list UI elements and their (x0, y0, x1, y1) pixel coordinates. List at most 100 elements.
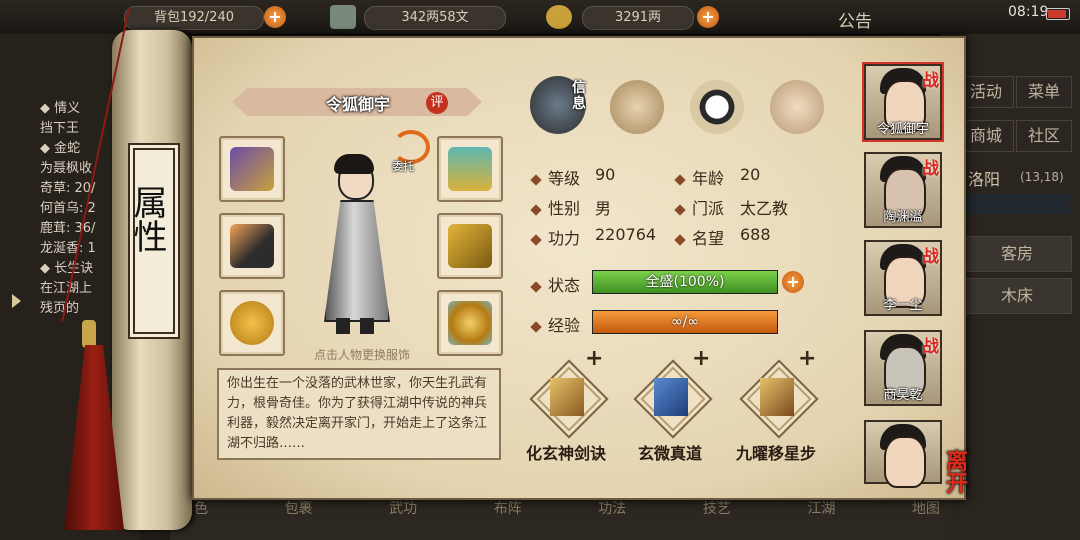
attributes-title-label: 属性 (127, 143, 180, 339)
leave-button[interactable]: 离开 (946, 452, 986, 496)
quest-line: 残页的 (40, 301, 80, 316)
shop-button[interactable]: 商城 (958, 120, 1014, 152)
skill-name-2: 玄微真道 (637, 444, 702, 463)
nav-map[interactable]: 地图 (912, 498, 940, 518)
quest-line[interactable]: ◆ 金蛇 (40, 139, 96, 159)
nav-formation[interactable]: 布阵 (494, 498, 522, 518)
character-name: 令狐御宇 (325, 95, 390, 114)
party-member-1[interactable]: 战 令狐御宇 (864, 64, 942, 140)
sect-value: 太乙教 (740, 199, 789, 218)
nav-jianghu[interactable]: 江湖 (807, 498, 835, 518)
gold-ingot-icon (546, 5, 572, 29)
skill-name-3: 九曜移星步 (735, 444, 816, 463)
skill-add-1[interactable]: + (585, 346, 603, 371)
age-row: 年龄 (674, 165, 724, 189)
spear-icon (230, 224, 274, 268)
power-value: 220764 (595, 225, 657, 244)
helmet-icon (448, 147, 492, 191)
equip-slot-amulet[interactable] (437, 290, 503, 356)
equip-slot-ring[interactable] (219, 290, 285, 356)
restore-status-button[interactable]: + (782, 271, 804, 293)
rate-badge[interactable]: 评 (426, 92, 448, 114)
nav-martial[interactable]: 武功 (389, 498, 417, 518)
menu-button[interactable]: 菜单 (1016, 76, 1072, 108)
equip-slot-boots[interactable] (437, 213, 503, 279)
notice-button[interactable]: 公告 (838, 7, 872, 32)
nav-craft[interactable]: 技艺 (703, 498, 731, 518)
gold-amount: 3291两 (582, 6, 694, 30)
community-button[interactable]: 社区 (1016, 120, 1072, 152)
exp-label: 经验 (548, 316, 581, 335)
party-member-name: 令狐御宇 (876, 122, 929, 137)
quest-line[interactable]: ◆ 情义 (40, 99, 96, 119)
war-tag: 战 (922, 337, 939, 357)
level-row: 等级 (530, 165, 581, 189)
war-tag: 战 (922, 247, 939, 267)
step-manual-icon (760, 378, 794, 416)
change-outfit-hint: 点击人物更换服饰 (313, 348, 410, 362)
quest-line: 为聂枫收 (40, 161, 93, 176)
meridian-tab-icon[interactable] (770, 80, 824, 134)
amulet-icon (448, 301, 492, 345)
nav-bag[interactable]: 包裹 (285, 498, 313, 518)
war-tag: 战 (922, 159, 939, 179)
quest-line: 龙涎香: 1 (40, 241, 96, 256)
room-guest-button[interactable]: 客房 (962, 236, 1072, 272)
info-tab-label[interactable]: 信息 (572, 80, 588, 112)
fame-value: 688 (740, 225, 771, 244)
power-row: 功力 (530, 225, 580, 249)
expand-arrow-icon[interactable] (12, 294, 21, 308)
tassel-knot (82, 320, 96, 348)
equip-slot-armor[interactable] (219, 136, 285, 202)
silver-icon (330, 5, 356, 29)
nav-skillbook[interactable]: 功法 (598, 498, 626, 518)
scroll-tab-icon[interactable] (610, 80, 664, 134)
quest-line: 鹿茸: 36/ (40, 221, 96, 236)
minimap[interactable] (962, 194, 1070, 214)
party-member-4[interactable]: 战 商昊乾 (864, 330, 942, 406)
skill-add-2[interactable]: + (692, 346, 710, 371)
quest-line[interactable]: ◆ 长生诀 (40, 259, 96, 279)
status-bar: 全盛(100%) (592, 270, 778, 294)
party-member-5[interactable] (864, 420, 942, 488)
exp-row: 经验 (530, 312, 581, 336)
attributes-title: 属性 (127, 185, 167, 253)
boots-icon (448, 224, 492, 268)
clock: 08:19 (1008, 4, 1049, 20)
skill-add-3[interactable]: + (798, 346, 816, 371)
activity-button[interactable]: 活动 (958, 76, 1014, 108)
gender-value: 男 (595, 199, 612, 218)
character-bio: 你出生在一个没落的武林世家，你天生孔武有力，根骨奇佳。你为了获得江湖中传说的神兵… (217, 368, 501, 460)
taiji-tab-icon[interactable] (690, 80, 744, 134)
party-member-3[interactable]: 战 李一尘 (864, 240, 942, 316)
exp-bar: ∞/∞ (592, 310, 778, 334)
status-label: 状态 (548, 276, 581, 295)
sect-row: 门派 (674, 195, 725, 219)
gender-label: 性别 (548, 199, 581, 218)
add-gold-button[interactable]: + (697, 6, 719, 28)
location-coords: (13,18) (1020, 170, 1064, 184)
character-figure[interactable] (296, 150, 416, 340)
battery-icon (1046, 8, 1070, 20)
equip-slot-weapon[interactable] (219, 213, 285, 279)
party-member-2[interactable]: 战 陶渊溢 (864, 152, 942, 228)
exp-value: ∞/∞ (670, 314, 700, 330)
skill-name-1: 化玄神剑诀 (525, 444, 606, 463)
party-member-name: 商昊乾 (883, 388, 923, 403)
status-value: 全盛(100%) (645, 274, 725, 290)
jade-ring-icon (230, 301, 274, 345)
level-label: 等级 (548, 169, 581, 188)
gender-row: 性别 (530, 195, 581, 219)
room-bed-button[interactable]: 木床 (962, 278, 1072, 314)
party-member-name: 李一尘 (883, 298, 923, 313)
party-member-name: 陶渊溢 (883, 210, 923, 225)
war-tag: 战 (922, 71, 939, 91)
age-value: 20 (740, 165, 761, 184)
fame-row: 名望 (674, 225, 724, 249)
sect-label: 门派 (692, 199, 725, 218)
equip-slot-helmet[interactable] (437, 136, 503, 202)
sword-manual-icon (550, 378, 584, 416)
location-name: 洛阳 (968, 170, 1001, 189)
armor-icon (230, 147, 274, 191)
add-capacity-button[interactable]: + (264, 6, 286, 28)
